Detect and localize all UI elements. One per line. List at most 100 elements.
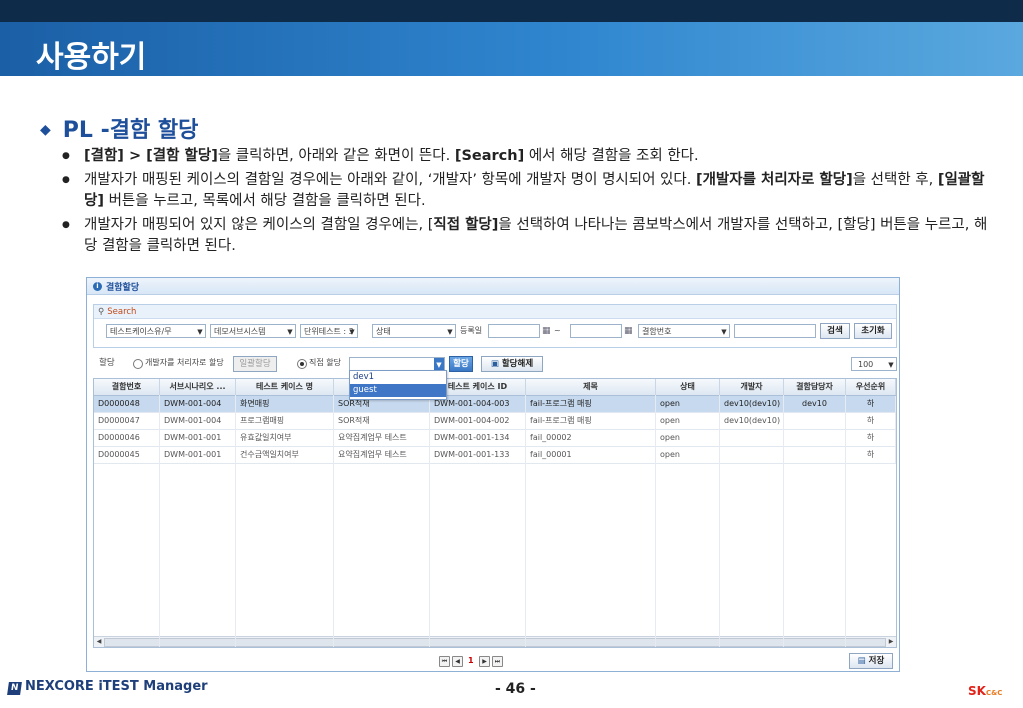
bullet-list: [결함] > [결함 할당]을 클릭하면, 아래와 같은 화면이 뜬다. [Se…: [62, 146, 992, 260]
chevron-down-icon: ▼: [287, 328, 293, 336]
test-stage-select[interactable]: 단위테스트 : 3 ▼: [300, 324, 358, 338]
info-icon: i: [93, 281, 102, 291]
last-page-icon[interactable]: ⏭: [492, 656, 503, 667]
defect-grid: 결함번호서브시나리오 ...테스트 케이스 명서브시나리오테스트 케이스 ID제…: [93, 378, 897, 648]
column-header[interactable]: 우선순위: [846, 379, 896, 395]
save-button[interactable]: ▤ 저장: [849, 653, 893, 669]
dropdown-option-guest[interactable]: guest: [350, 384, 446, 397]
assign-direct-label: 직접 할당: [309, 358, 341, 367]
unassign-button[interactable]: ▣ 할당해제: [481, 356, 543, 372]
scroll-right-icon[interactable]: ▶: [887, 638, 895, 646]
table-cell: [784, 447, 846, 463]
section-title-text: PL -결함 할당: [62, 118, 199, 143]
grid-column-divider: [525, 395, 526, 647]
search-header-label: Search: [107, 306, 137, 317]
grid-column-divider: [159, 395, 160, 647]
bullet-emphasis: 직접 할당]: [433, 217, 499, 233]
calendar-icon[interactable]: ▦: [542, 324, 551, 338]
table-row[interactable]: D0000046 DWM-001-001 유효값일치여부 요약집계업무 테스트 DWM-…: [94, 430, 896, 447]
assign-button[interactable]: 할당: [449, 356, 473, 372]
subsystem-value: 데모서브시스템: [214, 327, 266, 336]
table-cell: [720, 447, 784, 463]
table-cell: D0000047: [94, 413, 160, 429]
table-cell: fail_00002: [526, 430, 656, 446]
search-keyword-input[interactable]: [734, 324, 816, 338]
chevron-down-icon: ▼: [349, 328, 355, 336]
chevron-down-icon: ▼: [197, 328, 203, 336]
grid-header: 결함번호서브시나리오 ...테스트 케이스 명서브시나리오테스트 케이스 ID제…: [94, 379, 896, 396]
search-panel: ⚲ Search 테스트케이스유/무 ▼ 데모서브시스템 ▼ 단위테스트 : 3 ▼ …: [93, 304, 897, 348]
defect-no-select[interactable]: 결함번호 ▼: [638, 324, 730, 338]
table-cell: fail_00001: [526, 447, 656, 463]
table-cell: fail-프로그램 매핑: [526, 413, 656, 429]
assign-label: 할당: [99, 358, 115, 368]
prev-page-icon[interactable]: ◀: [452, 656, 463, 667]
column-header[interactable]: 서브시나리오 ...: [160, 379, 236, 395]
table-row[interactable]: D0000048 DWM-001-004 화면매핑 SOR적재 DWM-001-004-…: [94, 396, 896, 413]
subsystem-select[interactable]: 데모서브시스템 ▼: [210, 324, 296, 338]
developer-select[interactable]: ▼: [349, 357, 445, 371]
column-header[interactable]: 개발자: [720, 379, 784, 395]
column-header[interactable]: 결함담당자: [784, 379, 846, 395]
scroll-thumb[interactable]: [104, 638, 886, 647]
app-window: i 결함할당 ⚲ Search 테스트케이스유/무 ▼ 데모서브시스템 ▼ 단위테스…: [86, 277, 900, 672]
grid-column-divider: [783, 395, 784, 647]
calendar-icon[interactable]: ▦: [624, 324, 633, 338]
table-cell: DWM-001-001-134: [430, 430, 526, 446]
next-page-icon[interactable]: ▶: [479, 656, 490, 667]
table-cell: DWM-001-004: [160, 396, 236, 412]
bullet-text: 에서 해당 결함을 조회 한다.: [524, 148, 699, 164]
search-header: ⚲ Search: [94, 305, 896, 319]
column-header[interactable]: 제목: [526, 379, 656, 395]
assign-dev-radio[interactable]: [133, 359, 143, 369]
table-cell: DWM-001-004-002: [430, 413, 526, 429]
search-button[interactable]: 검색: [820, 323, 850, 339]
chevron-down-icon: ▼: [434, 358, 444, 370]
status-select[interactable]: 상태 ▼: [372, 324, 456, 338]
table-cell: fail-프로그램 매핑: [526, 396, 656, 412]
bullet-text: 버튼을 누르고, 목록에서 해당 결함을 클릭하면 된다.: [103, 193, 426, 209]
search-icon: ⚲: [98, 306, 105, 317]
bulk-assign-button[interactable]: 일괄할당: [233, 356, 277, 372]
table-cell: [720, 430, 784, 446]
grid-column-divider: [655, 395, 656, 647]
current-page[interactable]: 1: [468, 656, 474, 666]
bullet-text: 개발자가 매핑된 케이스의 결함일 경우에는 아래와 같이, ‘개발자’ 항목에…: [84, 172, 696, 188]
scroll-left-icon[interactable]: ◀: [95, 638, 103, 646]
sk-logo: SKC&C: [968, 684, 1002, 698]
column-header[interactable]: 상태: [656, 379, 720, 395]
reset-button[interactable]: 초기화: [854, 323, 892, 339]
table-cell: open: [656, 396, 720, 412]
table-cell: SOR적재: [334, 413, 430, 429]
grid-column-divider: [719, 395, 720, 647]
page-size-select[interactable]: 100 ▼: [851, 357, 897, 371]
grid-column-divider: [429, 395, 430, 647]
table-cell: D0000048: [94, 396, 160, 412]
table-cell: 하: [846, 430, 896, 446]
assign-direct-radio[interactable]: [297, 359, 307, 369]
first-page-icon[interactable]: ⏮: [439, 656, 450, 667]
column-header[interactable]: 결함번호: [94, 379, 160, 395]
testcase-filter-select[interactable]: 테스트케이스유/무 ▼: [106, 324, 206, 338]
page-number: - 46 -: [495, 681, 536, 697]
dropdown-option-dev1[interactable]: dev1: [350, 371, 446, 384]
diamond-bullet-icon: ◆: [40, 122, 51, 138]
bullet-emphasis: [개발자를 처리자로 할당]: [695, 172, 853, 188]
section-title: ◆ PL -결함 할당: [40, 112, 198, 144]
sk-logo-text: SK: [968, 684, 986, 698]
table-cell: dev10(dev10): [720, 396, 784, 412]
grid-column-divider: [235, 395, 236, 647]
table-cell: DWM-001-001: [160, 447, 236, 463]
horizontal-scrollbar[interactable]: ◀ ▶: [94, 636, 896, 647]
table-cell: open: [656, 447, 720, 463]
status-value: 상태: [376, 327, 391, 336]
regdate-to-input[interactable]: [570, 324, 622, 338]
table-row[interactable]: D0000045 DWM-001-001 건수금액일치여부 요약집계업무 테스트 DWM…: [94, 447, 896, 464]
column-header[interactable]: 테스트 케이스 명: [236, 379, 334, 395]
regdate-from-input[interactable]: [488, 324, 540, 338]
table-row[interactable]: D0000047 DWM-001-004 프로그램매핑 SOR적재 DWM-001-00…: [94, 413, 896, 430]
table-cell: 유효값일치여부: [236, 430, 334, 446]
bullet-item: 개발자가 매핑되어 있지 않은 케이스의 결함일 경우에는, [직접 할당]을 …: [62, 215, 992, 257]
table-cell: 화면매핑: [236, 396, 334, 412]
table-cell: DWM-001-001-133: [430, 447, 526, 463]
